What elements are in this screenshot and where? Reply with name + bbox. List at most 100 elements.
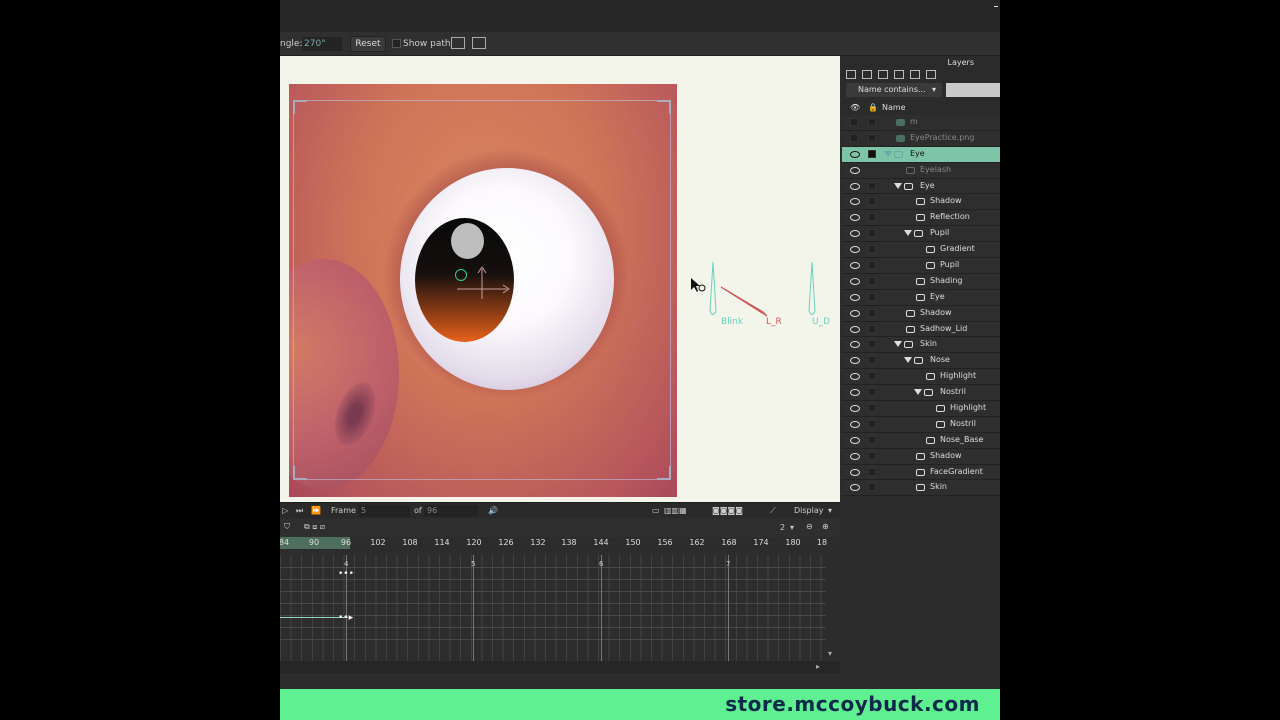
layer-row[interactable]: Nostril	[842, 385, 1000, 402]
layer-row[interactable]: Nostril	[842, 416, 1000, 433]
layer-row[interactable]: Shading	[842, 273, 1000, 290]
frame-ruler[interactable]: 84 90 96 102 108 114 120 126 132 138 144…	[280, 537, 832, 549]
vector-layer-icon	[906, 309, 915, 317]
visibility-eye-icon[interactable]	[850, 405, 860, 413]
frame-input[interactable]: 5	[358, 505, 410, 517]
visibility-eye-icon[interactable]	[850, 341, 860, 349]
visibility-eye-icon[interactable]	[850, 293, 860, 301]
timeline-tracks[interactable]: 4 5 6 7 ••• ••▸ ▾	[280, 555, 832, 661]
layer-row[interactable]: m	[842, 115, 1000, 131]
layer-row[interactable]: Shadow	[842, 448, 1000, 465]
brush-icon[interactable]: ⟋	[770, 506, 776, 516]
visibility-eye-icon[interactable]	[850, 309, 860, 317]
layer-row[interactable]: Shadow	[842, 194, 1000, 211]
layer-row[interactable]: Eye	[842, 289, 1000, 306]
layer-row[interactable]: Shadow	[842, 305, 1000, 322]
canvas[interactable]	[289, 84, 677, 497]
layer-row[interactable]: Nose_Base	[842, 432, 1000, 449]
layer-row[interactable]: Nose	[842, 353, 1000, 370]
reset-button[interactable]: Reset	[350, 36, 386, 52]
path-options-icon[interactable]	[472, 37, 486, 49]
stage-area[interactable]: Blink L_R U_D	[280, 56, 840, 502]
visibility-eye-icon[interactable]	[850, 198, 860, 206]
scroll-right-icon[interactable]: ▸	[816, 662, 820, 671]
zoom-out-icon[interactable]: ⊖	[806, 522, 813, 531]
loop-icon[interactable]: ⏩	[311, 506, 321, 515]
zoom-dropdown-icon[interactable]: ▾	[790, 523, 794, 532]
visibility-eye-icon[interactable]	[850, 420, 860, 428]
display-dropdown-icon[interactable]: ▾	[828, 506, 832, 515]
settings-icon[interactable]	[926, 70, 936, 79]
view-mode-icon[interactable]: ▭	[652, 506, 660, 515]
layer-row[interactable]: Skin	[842, 480, 1000, 497]
minimize-icon[interactable]	[994, 6, 998, 7]
vector-layer-icon	[916, 452, 925, 460]
show-path-checkbox[interactable]	[392, 39, 401, 48]
path-tool-icon[interactable]	[451, 37, 465, 49]
expand-triangle-icon[interactable]	[894, 341, 902, 348]
keyframe-marker[interactable]: •••	[338, 569, 354, 579]
visibility-eye-icon[interactable]	[850, 389, 860, 397]
visibility-eye-icon[interactable]	[850, 436, 860, 444]
keyframe-tool-icon[interactable]: ⛉	[284, 522, 290, 532]
expand-triangle-icon[interactable]	[894, 182, 902, 189]
new-layer-icon[interactable]	[846, 70, 856, 79]
layer-row[interactable]: Highlight	[842, 369, 1000, 386]
play-icon[interactable]: ▷	[282, 506, 288, 515]
onion-skin-icon[interactable]: ◙◙◙◙	[712, 506, 743, 515]
visibility-eye-icon[interactable]	[850, 214, 860, 222]
group-layer-icon[interactable]	[878, 70, 888, 79]
visibility-eye-icon[interactable]	[850, 373, 860, 381]
layer-row[interactable]: Eye	[842, 178, 1000, 195]
layer-filter-select[interactable]: Name contains...	[846, 83, 942, 97]
promo-url[interactable]: store.mccoybuck.com	[725, 692, 980, 716]
layout-icon[interactable]: ▥▥▦	[664, 506, 687, 515]
layer-filter-input[interactable]	[946, 83, 1000, 97]
sound-icon[interactable]: 🔊	[488, 506, 498, 515]
zoom-in-icon[interactable]: ⊕	[822, 522, 829, 531]
layer-row[interactable]: Gradient	[842, 242, 1000, 259]
delete-layer-icon[interactable]	[894, 70, 904, 79]
visibility-eye-icon[interactable]	[850, 325, 860, 333]
layer-row-selected[interactable]: Eye	[842, 146, 1000, 163]
layer-row[interactable]: FaceGradient	[842, 464, 1000, 481]
expand-triangle-icon[interactable]	[904, 230, 912, 237]
visibility-eye-icon[interactable]	[850, 150, 860, 158]
scroll-down-icon[interactable]: ▾	[828, 649, 832, 658]
layer-row[interactable]: Skin	[842, 337, 1000, 354]
visibility-eye-icon[interactable]	[850, 357, 860, 365]
layer-row[interactable]: Pupil	[842, 226, 1000, 243]
expand-triangle-icon[interactable]	[914, 389, 922, 396]
zoom-value[interactable]: 2	[780, 523, 785, 532]
channel-icons[interactable]: ⧉ ⧈ ⧄	[304, 522, 325, 532]
timeline-scrollbar[interactable]: ▸	[280, 661, 840, 673]
transform-arrows-icon[interactable]	[449, 259, 519, 309]
total-frames-input[interactable]: 96	[424, 505, 478, 517]
display-label[interactable]: Display	[794, 506, 824, 515]
expand-triangle-icon[interactable]	[884, 150, 892, 157]
visibility-eye-icon[interactable]	[850, 230, 860, 238]
layer-row[interactable]: Eyelash	[842, 162, 1000, 179]
visibility-eye-icon[interactable]	[850, 166, 860, 174]
angle-input[interactable]: 270°	[302, 37, 342, 51]
visibility-eye-icon[interactable]	[850, 484, 860, 492]
visibility-eye-icon[interactable]	[850, 262, 860, 270]
visibility-eye-icon[interactable]	[850, 246, 860, 254]
more-icon[interactable]	[910, 70, 920, 79]
visibility-eye-icon[interactable]	[850, 277, 860, 285]
layer-row[interactable]: Highlight	[842, 401, 1000, 417]
expand-triangle-icon[interactable]	[904, 357, 912, 364]
vector-layer-icon	[916, 277, 925, 285]
step-forward-icon[interactable]: ⏭	[296, 506, 303, 516]
promo-banner: store.mccoybuck.com	[280, 689, 1000, 720]
layer-row[interactable]: Reflection	[842, 210, 1000, 227]
visibility-eye-icon[interactable]	[850, 182, 860, 190]
visibility-eye-icon[interactable]	[850, 452, 860, 460]
keyframe-marker[interactable]: ••▸	[338, 613, 353, 623]
layer-row[interactable]: Sadhow_Lid	[842, 321, 1000, 338]
filter-dropdown-icon[interactable]: ▾	[932, 85, 936, 94]
visibility-eye-icon[interactable]	[850, 468, 860, 476]
layer-row[interactable]: Pupil	[842, 258, 1000, 274]
layer-row[interactable]: EyePractice.png	[842, 130, 1000, 147]
duplicate-layer-icon[interactable]	[862, 70, 872, 79]
